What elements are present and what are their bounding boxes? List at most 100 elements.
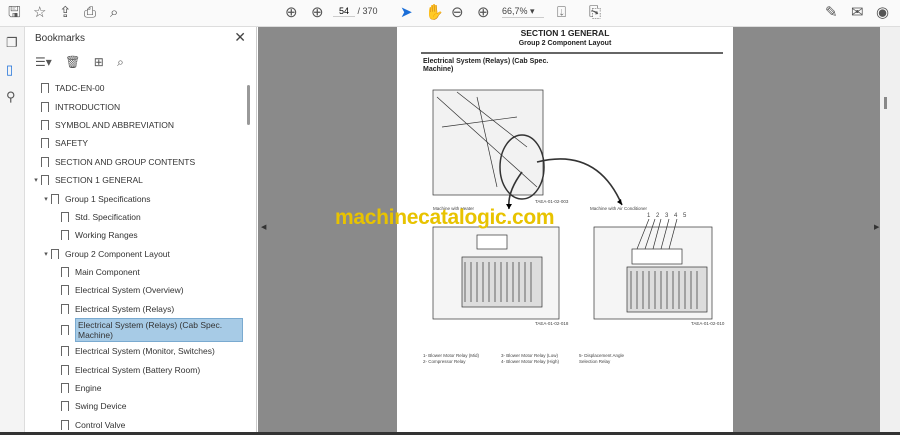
pages-icon[interactable]: ❐ (6, 35, 18, 51)
collapse-panel-icon[interactable]: ◀ (261, 223, 266, 231)
callout-numbers: 1 2 3 4 5 (647, 213, 689, 219)
sign-icon[interactable]: ✎ (825, 4, 838, 22)
bookmark-item[interactable]: SYMBOL AND ABBREVIATION (25, 116, 247, 134)
cloud-upload-icon[interactable]: ⇪ (59, 4, 72, 22)
legend-item: 5- Displacement Angle Selection Relay (579, 353, 625, 364)
bookmark-icon (61, 267, 69, 278)
add-bookmark-icon[interactable]: ⊞ (94, 55, 104, 69)
bookmark-list: TADC-EN-00 INTRODUCTION SYMBOL AND ABBREVI… (25, 79, 247, 434)
bookmark-item[interactable]: Main Component (25, 263, 247, 281)
next-page-icon[interactable]: ⊕ (311, 4, 324, 22)
bookmark-item[interactable]: Engine (25, 379, 247, 397)
figure-code-right: TAEA-01-02-010 (691, 321, 725, 326)
bookmark-label: INTRODUCTION (55, 101, 121, 112)
toolbar: 🖫 ☆ ⇪ ⎙ ⌕ ⊕ ⊕ / 370 ➤ ✋ ⊖ ⊕ 66,7% ▾ ⍗ ⎘ … (0, 0, 900, 27)
bookmark-item[interactable]: INTRODUCTION (25, 97, 247, 115)
bookmark-label: SYMBOL AND ABBREVIATION (55, 119, 175, 130)
bookmark-icon (41, 101, 49, 112)
bookmark-tools: ☰▾ 🗑 ⊞ ⌕ (35, 55, 134, 70)
bookmark-item[interactable]: Electrical System (Overview) (25, 281, 247, 299)
expand-toggle-icon[interactable]: ▾ (31, 176, 41, 184)
bookmark-label: SECTION AND GROUP CONTENTS (55, 156, 196, 167)
attachment-icon[interactable]: ⚲ (6, 89, 16, 105)
bookmark-item[interactable]: Std. Specification (25, 208, 247, 226)
bookmark-icon (61, 419, 69, 430)
prev-page-icon[interactable]: ⊕ (285, 4, 298, 22)
bookmark-icon (51, 193, 59, 204)
bookmark-label: Electrical System (Overview) (75, 285, 184, 296)
legend-col-2: 3- Blower Motor Relay (Low) 4- Blower Mo… (501, 353, 573, 365)
print-icon[interactable]: ⎙ (84, 4, 96, 22)
panel-scrollbar[interactable] (247, 85, 251, 425)
watermark: machinecatalogic.com (335, 206, 555, 229)
bookmark-label: Working Ranges (75, 230, 138, 241)
bookmark-label: Group 2 Component Layout (65, 248, 170, 259)
bookmarks-panel: Bookmarks ✕ ☰▾ 🗑 ⊞ ⌕ TADC-EN-00 INTRODUCT… (25, 27, 257, 435)
bookmark-icon (41, 175, 49, 186)
zoom-select[interactable]: 66,7% ▾ (502, 6, 544, 18)
scroll-mode-icon[interactable]: ⎘ (589, 4, 601, 22)
options-icon[interactable]: ☰▾ (35, 55, 52, 69)
legend-item: 4- Blower Motor Relay (High) (501, 359, 560, 364)
bookmark-icon (61, 401, 69, 412)
bookmark-item[interactable]: ▾ Group 2 Component Layout (25, 245, 247, 263)
select-cursor-icon[interactable]: ➤ (400, 4, 413, 22)
bookmark-label: Engine (75, 383, 102, 394)
bookmark-item[interactable]: SAFETY (25, 134, 247, 152)
bookmark-item[interactable]: Electrical System (Relays) (25, 300, 247, 318)
bookmark-label: Std. Specification (75, 211, 141, 222)
expand-toggle-icon[interactable]: ▾ (41, 250, 51, 258)
bookmark-item[interactable]: ▾ SECTION 1 GENERAL (25, 171, 247, 189)
zoom-out-icon[interactable]: ⊖ (451, 4, 464, 22)
bookmark-icon (41, 83, 49, 94)
legend-item: 2- Compressor Relay (423, 359, 466, 364)
zoom-in-icon[interactable]: ⊕ (477, 4, 490, 22)
bookmark-label: Group 1 Specifications (65, 193, 151, 204)
delete-icon[interactable]: 🗑 (65, 55, 80, 69)
bookmark-item[interactable]: Electrical System (Battery Room) (25, 360, 247, 378)
expand-toggle-icon[interactable]: ▾ (41, 195, 51, 203)
figure-code-left: TAEA-01-02-018 (535, 321, 569, 326)
bookmark-icon (61, 383, 69, 394)
bookmark-label: SAFETY (55, 138, 89, 149)
document-scrollbar[interactable] (880, 27, 900, 435)
bookmark-icon (61, 325, 69, 336)
bookmark-icon (41, 119, 49, 130)
bookmark-search-icon[interactable]: ⌕ (117, 55, 124, 69)
page-navigator: / 370 (333, 6, 378, 17)
bookmark-label: Electrical System (Battery Room) (75, 364, 201, 375)
bookmark-icon (61, 211, 69, 222)
bookmark-label: Electrical System (Relays) (75, 303, 175, 314)
hand-tool-icon[interactable]: ✋ (425, 4, 444, 22)
page-total: / 370 (357, 6, 378, 16)
panel-title: Bookmarks (35, 33, 86, 44)
mail-icon[interactable]: ✉ (851, 4, 864, 22)
bookmark-item[interactable]: ▾ Group 1 Specifications (25, 189, 247, 207)
bookmark-icon (61, 230, 69, 241)
bookmark-star-icon[interactable]: ☆ (33, 4, 46, 22)
bookmark-label: Electrical System (Monitor, Switches) (75, 346, 215, 357)
close-icon[interactable]: ✕ (234, 29, 246, 46)
fit-page-icon[interactable]: ⍗ (557, 4, 566, 22)
figure-code-top: TAEA-01-02-003 (535, 199, 569, 204)
bookmark-icon (51, 248, 59, 259)
bookmark-label: SECTION 1 GENERAL (55, 175, 143, 186)
bookmark-item[interactable]: SECTION AND GROUP CONTENTS (25, 153, 247, 171)
save-icon[interactable]: 🖫 (8, 4, 21, 22)
bookmark-icon (61, 346, 69, 357)
legend-col-1: 1- Blower Motor Relay (Mid) 2- Compresso… (423, 353, 495, 365)
bookmarks-icon[interactable]: ▯ (6, 62, 13, 78)
bookmark-label: Swing Device (75, 401, 127, 412)
bookmark-item[interactable]: Electrical System (Relays) (Cab Spec. Ma… (25, 318, 247, 343)
bookmark-item[interactable]: TADC-EN-00 (25, 79, 247, 97)
expand-panel-icon[interactable]: ▶ (874, 223, 879, 231)
account-icon[interactable]: ◉ (876, 4, 889, 22)
bookmark-icon (41, 156, 49, 167)
bookmark-item[interactable]: Electrical System (Monitor, Switches) (25, 342, 247, 360)
relay-diagram (432, 89, 713, 320)
search-icon[interactable]: ⌕ (110, 4, 118, 22)
bookmark-item[interactable]: Working Ranges (25, 226, 247, 244)
document-viewer: ◀ SECTION 1 GENERAL Group 2 Component La… (258, 27, 890, 435)
page-number-input[interactable] (333, 6, 355, 17)
bookmark-item[interactable]: Swing Device (25, 397, 247, 415)
